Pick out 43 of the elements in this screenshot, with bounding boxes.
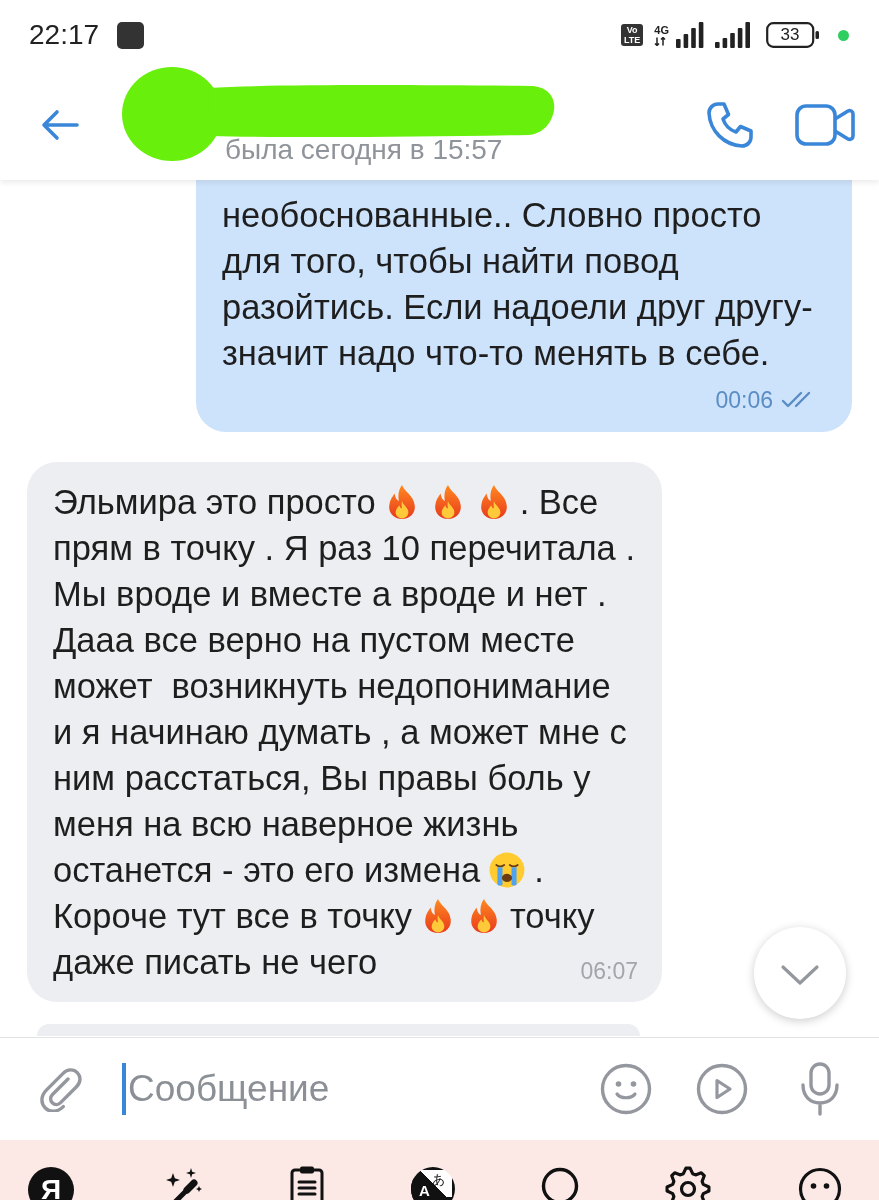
- signal-icon: [715, 22, 751, 48]
- video-camera-icon[interactable]: [795, 104, 855, 146]
- microphone-icon[interactable]: [800, 1062, 840, 1116]
- message-text: ним расстаться, Вы правы боль у: [53, 758, 591, 799]
- indicator-dot-icon: [838, 29, 849, 41]
- status-time: 22:17: [29, 19, 100, 51]
- message-text: точку: [509, 896, 595, 937]
- message-text: значит надо что-то менять в себе.: [222, 333, 770, 374]
- message-text: Дааа все верно на пустом месте: [53, 620, 575, 661]
- signal-icon: [676, 22, 704, 48]
- notification-icon: [117, 21, 145, 49]
- clipboard-icon[interactable]: [289, 1165, 326, 1200]
- paperclip-icon[interactable]: [38, 1066, 84, 1112]
- message-text: разойтись. Если надоели друг другу-: [222, 287, 813, 328]
- logo-button[interactable]: Я: [28, 1167, 74, 1200]
- message-text: . Все: [519, 482, 599, 523]
- battery-indicator: 33: [766, 22, 820, 48]
- message-text: для того, чтобы найти повод: [222, 241, 679, 282]
- message-text: и я начинаю думать , а может мне с: [53, 712, 627, 753]
- message-text: может возникнуть недопонимание: [53, 666, 611, 707]
- phone-icon[interactable]: [705, 100, 755, 150]
- message-time: 06:07: [580, 959, 638, 983]
- data-arrows-icon: [654, 37, 667, 46]
- back-icon[interactable]: [40, 109, 80, 141]
- chevron-down-icon: [780, 964, 820, 986]
- message-text: Короче тут все в точку: [53, 896, 412, 937]
- smiley-icon[interactable]: [797, 1167, 842, 1200]
- message-text: прям в точку . Я раз 10 перечитала .: [53, 528, 635, 569]
- message-text: останется - это его измена: [53, 850, 481, 891]
- message-time: 00:06: [715, 388, 773, 412]
- play-icon[interactable]: [696, 1063, 748, 1115]
- message-text: .: [534, 850, 544, 891]
- network-label: 4G: [654, 24, 669, 36]
- message-text: даже писать не чего: [53, 942, 378, 983]
- message-text: Мы вроде и вместе а вроде и нет .: [53, 574, 607, 615]
- message-text: Эльмира это просто: [53, 482, 376, 523]
- message-text: меня на всю наверное жизнь: [53, 804, 519, 845]
- message-input[interactable]: Сообщение: [128, 1064, 590, 1114]
- settings-icon[interactable]: [664, 1165, 713, 1200]
- last-seen-status: была сегодня в 15:57: [225, 134, 503, 166]
- volte-badge: Vo LTE: [620, 24, 644, 46]
- message-text: необоснованные.. Словно просто: [222, 195, 762, 236]
- crying-emoji-icon: [489, 852, 526, 888]
